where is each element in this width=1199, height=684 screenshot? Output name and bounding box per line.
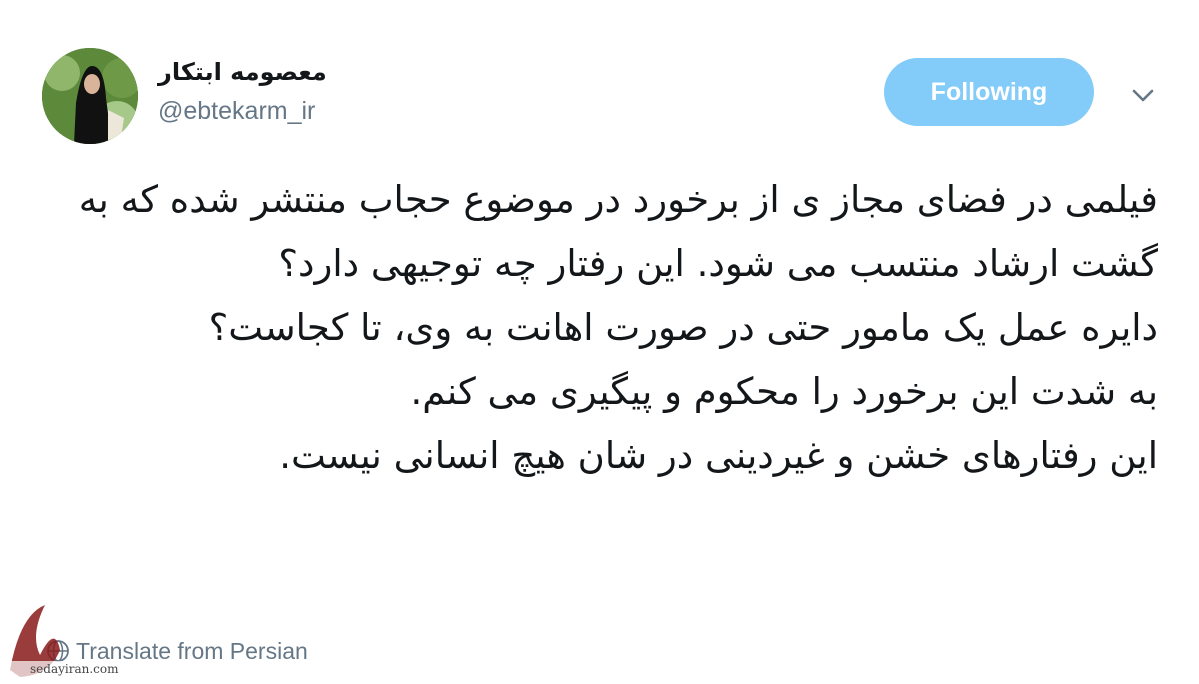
tweet-header: معصومه ابتکار @ebtekarm_ir Following [0, 0, 1199, 160]
tweet-paragraph: دایره عمل یک مامور حتی در صورت اهانت به … [208, 306, 1158, 349]
tweet-paragraph: به شدت این برخورد را محکوم و پیگیری می ک… [410, 370, 1158, 413]
chevron-down-icon[interactable] [1128, 80, 1158, 110]
tweet-text: فیلمی در فضای مجاز ی از برخورد در موضوع … [40, 168, 1158, 488]
tweet-paragraph: فیلمی در فضای مجاز ی از برخورد در موضوع … [78, 178, 1158, 285]
watermark-site: sedayiran.com [30, 662, 119, 676]
user-names: معصومه ابتکار @ebtekarm_ir [158, 56, 458, 126]
user-handle[interactable]: @ebtekarm_ir [158, 96, 458, 126]
avatar-image [42, 48, 138, 144]
avatar[interactable] [42, 48, 138, 144]
tweet-paragraph: این رفتارهای خشن و غیردینی در شان هیچ ان… [279, 434, 1158, 477]
following-button-label: Following [930, 78, 1048, 106]
display-name[interactable]: معصومه ابتکار [158, 56, 458, 88]
